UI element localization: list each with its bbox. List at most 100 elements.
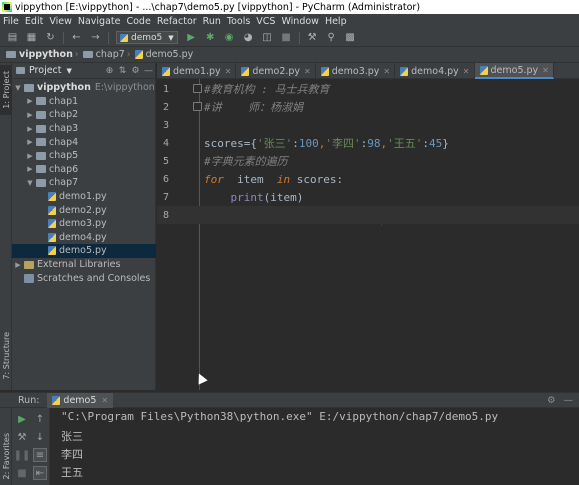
close-icon[interactable]: ✕: [101, 396, 108, 405]
target-icon[interactable]: ⊕: [103, 66, 116, 76]
tool-tab-structure[interactable]: 7: Structure: [0, 325, 12, 387]
breadcrumb-folder[interactable]: chap7: [96, 49, 125, 60]
expanded-arrow-icon[interactable]: ▼: [14, 84, 22, 92]
soft-wrap-icon[interactable]: ≡: [33, 448, 47, 462]
hide-icon[interactable]: —: [564, 395, 574, 406]
pause-icon[interactable]: ❚❚: [14, 448, 31, 462]
rerun-icon[interactable]: ▶: [15, 412, 29, 426]
hide-icon[interactable]: —: [142, 66, 155, 76]
tree-item-demo2-py[interactable]: demo2.py: [12, 203, 156, 217]
tree-item-chap1[interactable]: ▶ chap1: [12, 95, 156, 109]
close-icon[interactable]: ✕: [463, 67, 470, 76]
open-icon[interactable]: ▤: [6, 32, 19, 44]
close-icon[interactable]: ✕: [542, 66, 549, 75]
sync-icon[interactable]: ↻: [44, 32, 57, 44]
debug-icon[interactable]: ✱: [204, 32, 217, 44]
folder-icon: [82, 51, 93, 58]
collapsed-arrow-icon[interactable]: ▶: [14, 261, 22, 269]
gear-icon[interactable]: ⚙: [129, 66, 142, 76]
save-all-icon[interactable]: ▦: [25, 32, 38, 44]
code-line[interactable]: 1 #教育机构 : 马士兵教育: [157, 80, 579, 98]
stop-icon[interactable]: ■: [15, 466, 29, 480]
wrench-icon[interactable]: ⚒: [15, 430, 29, 444]
project-panel-title[interactable]: Project: [29, 65, 62, 76]
collapsed-arrow-icon[interactable]: ▶: [26, 138, 34, 146]
forward-icon[interactable]: →: [89, 32, 102, 44]
run-console-output[interactable]: "C:\Program Files\Python38\python.exe" E…: [51, 408, 579, 485]
code-line[interactable]: 4 scores={'张三':100,'李四':98,'王五':45}: [157, 134, 579, 152]
menu-window[interactable]: Window: [278, 16, 321, 27]
run-icon[interactable]: ▶: [185, 32, 198, 44]
line-number: 1: [162, 83, 169, 95]
menu-run[interactable]: Run: [200, 16, 224, 27]
tree-item-demo4-py[interactable]: demo4.py: [12, 231, 156, 245]
run-tab-demo5[interactable]: demo5 ✕: [47, 392, 114, 408]
close-icon[interactable]: ✕: [304, 67, 311, 76]
stop-icon[interactable]: ■: [280, 32, 293, 44]
fold-marker-icon[interactable]: [193, 102, 202, 111]
tree-item-chap6[interactable]: ▶ chap6: [12, 163, 156, 177]
code-line[interactable]: 2 #讲 师：杨淑娟: [157, 98, 579, 116]
menu-edit[interactable]: Edit: [22, 16, 46, 27]
menu-vcs[interactable]: VCS: [253, 16, 278, 27]
run-configuration-select[interactable]: demo5 ▼: [116, 31, 178, 44]
chevron-down-icon[interactable]: ▼: [67, 67, 72, 75]
collapsed-arrow-icon[interactable]: ▶: [26, 97, 34, 105]
menu-code[interactable]: Code: [123, 16, 153, 27]
tree-item-vippython[interactable]: ▼ vippython E:\vippython: [12, 81, 156, 95]
code-line[interactable]: 6 for item in scores:: [157, 170, 579, 188]
tree-item-chap4[interactable]: ▶ chap4: [12, 135, 156, 149]
code-line[interactable]: 3: [157, 116, 579, 134]
tree-item-chap7[interactable]: ▼ chap7: [12, 176, 156, 190]
tool-tab-favorites[interactable]: 2: Favorites: [0, 430, 12, 482]
tree-item-chap2[interactable]: ▶ chap2: [12, 108, 156, 122]
menu-file[interactable]: File: [0, 16, 22, 27]
collapsed-arrow-icon[interactable]: ▶: [26, 111, 34, 119]
breadcrumb-root[interactable]: vippython: [19, 49, 73, 60]
collapsed-arrow-icon[interactable]: ▶: [26, 165, 34, 173]
code-line[interactable]: 8: [157, 206, 579, 224]
tree-item-chap5[interactable]: ▶ chap5: [12, 149, 156, 163]
coverage-icon[interactable]: ◉: [223, 32, 236, 44]
collapse-all-icon[interactable]: ⇅: [116, 66, 129, 76]
structure-icon[interactable]: ▩: [344, 32, 357, 44]
breadcrumb-file[interactable]: demo5.py: [146, 49, 194, 60]
code-line[interactable]: 5 #字典元素的遍历: [157, 152, 579, 170]
tree-item-demo5-py[interactable]: demo5.py: [12, 244, 156, 258]
tree-item-demo1-py[interactable]: demo1.py: [12, 190, 156, 204]
tab-demo5-py[interactable]: demo5.py ✕: [474, 63, 554, 79]
toolbar-separator: [298, 31, 300, 44]
tree-item-scratches-and-consoles[interactable]: Scratches and Consoles: [12, 271, 156, 285]
settings-wrench-icon[interactable]: ⚒: [306, 32, 319, 44]
close-icon[interactable]: ✕: [383, 67, 390, 76]
tab-demo1-py[interactable]: demo1.py ✕: [157, 63, 237, 79]
back-icon[interactable]: ←: [70, 32, 83, 44]
code-line[interactable]: 7 print(item): [157, 188, 579, 206]
expanded-arrow-icon[interactable]: ▼: [26, 179, 34, 187]
code-editor[interactable]: 1 #教育机构 : 马士兵教育 2 #讲 师：杨淑娟 3 4 scores={'张三':10…: [157, 79, 579, 390]
tree-item-external-libraries[interactable]: ▶ External Libraries: [12, 258, 156, 272]
run-toolbar: ▶ ↑ ⚒ ↓ ❚❚ ≡ ■ ⇤: [12, 408, 50, 485]
tree-item-chap3[interactable]: ▶ chap3: [12, 122, 156, 136]
settings-gear-icon[interactable]: ⚙: [547, 395, 556, 406]
tab-demo2-py[interactable]: demo2.py ✕: [236, 63, 316, 79]
down-arrow-icon[interactable]: ↓: [33, 430, 47, 444]
profile-icon[interactable]: ◕: [242, 32, 255, 44]
menu-navigate[interactable]: Navigate: [75, 16, 124, 27]
tab-demo4-py[interactable]: demo4.py ✕: [395, 63, 475, 79]
menu-view[interactable]: View: [46, 16, 75, 27]
close-icon[interactable]: ✕: [225, 67, 232, 76]
tab-demo3-py[interactable]: demo3.py ✕: [316, 63, 396, 79]
scroll-to-end-icon[interactable]: ⇤: [33, 466, 47, 480]
fold-marker-icon[interactable]: [193, 84, 202, 93]
search-icon[interactable]: ⚲: [325, 32, 338, 44]
menu-refactor[interactable]: Refactor: [154, 16, 200, 27]
menu-help[interactable]: Help: [322, 16, 350, 27]
tool-tab-project[interactable]: 1: Project: [0, 65, 12, 115]
tree-item-demo3-py[interactable]: demo3.py: [12, 217, 156, 231]
collapsed-arrow-icon[interactable]: ▶: [26, 125, 34, 133]
collapsed-arrow-icon[interactable]: ▶: [26, 152, 34, 160]
menu-tools[interactable]: Tools: [224, 16, 253, 27]
up-arrow-icon[interactable]: ↑: [33, 412, 47, 426]
concurrency-icon[interactable]: ◫: [261, 32, 274, 44]
